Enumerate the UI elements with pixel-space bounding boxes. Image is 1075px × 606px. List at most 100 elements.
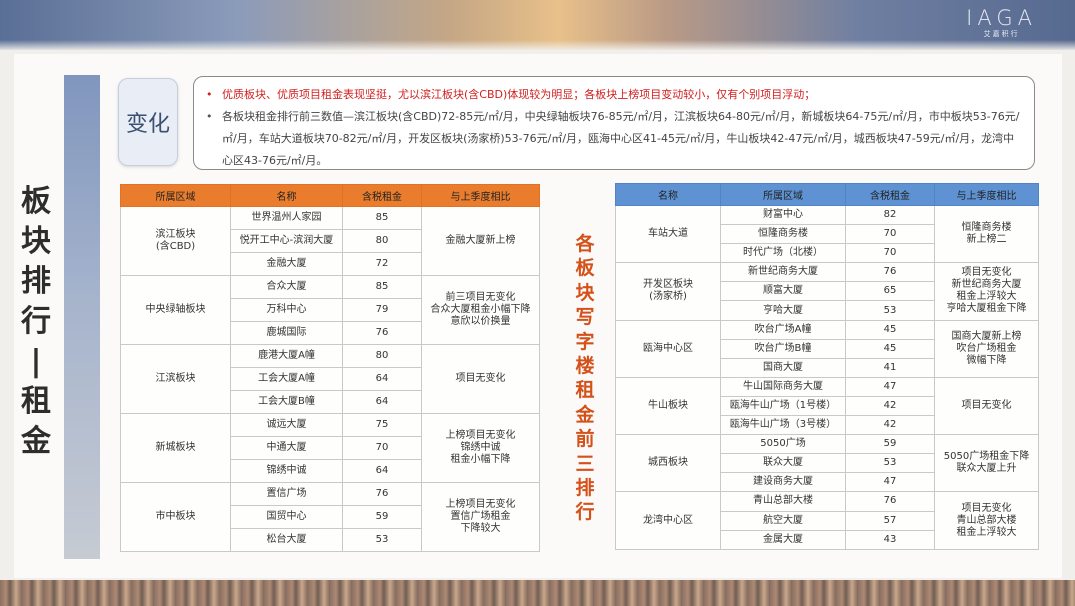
name-cell: 金融大厦	[230, 252, 343, 276]
name-cell: 牛山国际商务大厦	[720, 376, 846, 397]
region-cell: 滨江板块 (含CBD)	[120, 206, 231, 276]
name-cell: 国贸中心	[230, 505, 343, 529]
name-cell: 中通大厦	[230, 436, 343, 460]
name-cell: 5050广场	[720, 434, 846, 455]
column-header: 含税租金	[845, 183, 935, 206]
rent-cell: 70	[342, 436, 422, 460]
rent-cell: 53	[342, 528, 422, 552]
left-rent-table: 所属区域 名称 含税租金 与上季度相比 滨江板块 (含CBD) 世界温州人家园 85 金融大厦…	[120, 184, 540, 552]
rent-cell: 59	[342, 505, 422, 529]
change-note-cell: 项目无变化	[421, 344, 540, 414]
region-cell: 牛山板块	[615, 376, 721, 436]
rent-cell: 45	[845, 338, 935, 359]
rent-cell: 80	[342, 344, 422, 368]
name-cell: 联众大厦	[720, 453, 846, 474]
region-cell: 开发区板块 (汤家桥)	[615, 262, 721, 321]
side-title-char: |	[30, 344, 42, 379]
logo-subtitle: 艾嘉积行	[983, 30, 1020, 38]
table-row: 江滨板块 鹿港大厦A幢 80 项目无变化	[120, 344, 540, 414]
change-tag: 变化	[118, 78, 178, 166]
name-cell: 顺富大厦	[720, 281, 846, 302]
change-note-cell: 项目无变化 青山总部大楼 租金上浮较大	[934, 491, 1039, 550]
mid-title: 各板块写字楼租金前三排行	[571, 232, 599, 525]
region-cell: 新城板块	[120, 413, 231, 483]
name-cell: 航空大厦	[720, 510, 846, 531]
mid-title-char: 字	[575, 330, 595, 353]
name-cell: 置信广场	[230, 482, 343, 506]
region-cell: 龙湾中心区	[615, 491, 721, 550]
name-cell: 吹台广场A幢	[720, 319, 846, 340]
change-highlight-text: 优质板块、优质项目租金表现坚挺，尤以滨江板块(含CBD)体现较为明显；各板块上榜…	[204, 84, 1024, 106]
table-row: 开发区板块 (汤家桥) 新世纪商务大厦 76 项目无变化 新世纪商务大厦 租金上浮较大 亨哈大…	[615, 262, 1039, 321]
rent-cell: 70	[845, 243, 935, 264]
rent-cell: 72	[342, 252, 422, 276]
table-row: 龙湾中心区 青山总部大楼 76 项目无变化 青山总部大楼 租金上浮较大	[615, 491, 1039, 550]
rent-cell: 47	[845, 472, 935, 493]
table-row: 滨江板块 (含CBD) 世界温州人家园 85 金融大厦新上榜	[120, 206, 540, 276]
name-cell: 万科中心	[230, 298, 343, 322]
rent-cell: 65	[845, 281, 935, 302]
mid-title-char: 楼	[575, 355, 595, 378]
rent-cell: 75	[342, 413, 422, 437]
company-logo: IAGA 艾嘉积行	[966, 6, 1037, 39]
name-cell: 松台大厦	[230, 528, 343, 552]
change-note-cell: 金融大厦新上榜	[421, 206, 540, 276]
name-cell: 时代广场（北楼）	[720, 243, 846, 264]
right-rent-table: 名称 所属区域 含税租金 与上季度相比 车站大道 财富中心 82 恒隆商务楼 新上榜二 恒隆商务…	[615, 183, 1039, 550]
rent-cell: 76	[342, 321, 422, 345]
mid-title-char: 各	[575, 233, 595, 255]
column-header: 与上季度相比	[421, 184, 540, 207]
change-note-cell: 上榜项目无变化 置信广场租金 下降较大	[421, 482, 540, 552]
rent-cell: 45	[845, 319, 935, 340]
region-cell: 瓯海中心区	[615, 319, 721, 378]
column-header: 名称	[615, 183, 721, 206]
mid-title-char: 行	[575, 501, 595, 524]
column-header: 含税租金	[342, 184, 422, 207]
name-cell: 恒隆商务楼	[720, 224, 846, 245]
mid-title-char: 租	[575, 379, 595, 402]
change-note-cell: 项目无变化 新世纪商务大厦 租金上浮较大 亨哈大厦租金下降	[934, 262, 1039, 321]
rent-cell: 76	[342, 482, 422, 506]
name-cell: 国商大厦	[720, 357, 846, 378]
mid-title-char: 金	[575, 403, 595, 426]
name-cell: 鹿港大厦A幢	[230, 344, 343, 368]
column-header: 所属区域	[720, 183, 846, 206]
side-title-char: 行	[21, 304, 51, 339]
name-cell: 青山总部大楼	[720, 491, 846, 512]
rent-cell: 82	[845, 204, 935, 226]
name-cell: 悦开工中心-滨润大厦	[230, 229, 343, 253]
rent-cell: 59	[845, 434, 935, 455]
change-note-cell: 恒隆商务楼 新上榜二	[934, 204, 1039, 264]
name-cell: 吹台广场B幢	[720, 338, 846, 359]
mid-title-char: 板	[575, 257, 595, 280]
rent-cell: 43	[845, 529, 935, 550]
table-row: 车站大道 财富中心 82 恒隆商务楼 新上榜二	[615, 204, 1039, 264]
footer-banner	[0, 580, 1075, 606]
region-cell: 江滨板块	[120, 344, 231, 414]
change-note-cell: 前三项目无变化 合众大厦租金小幅下降 意欣以价换量	[421, 275, 540, 345]
side-title-char: 金	[21, 424, 51, 459]
name-cell: 瓯海牛山广场（1号楼）	[720, 395, 846, 417]
mid-title-char: 前	[575, 428, 595, 451]
column-header: 与上季度相比	[934, 183, 1039, 206]
rent-cell: 47	[845, 376, 935, 397]
rent-cell: 53	[845, 300, 935, 321]
rent-cell: 85	[342, 206, 422, 230]
name-cell: 锦绣中诚	[230, 459, 343, 483]
change-note-cell: 项目无变化	[934, 376, 1039, 436]
name-cell: 亨哈大厦	[720, 300, 846, 321]
mid-title-char: 写	[575, 306, 595, 329]
rent-cell: 76	[845, 491, 935, 512]
name-cell: 财富中心	[720, 204, 846, 226]
name-cell: 合众大厦	[230, 275, 343, 299]
mid-title-char: 块	[575, 281, 595, 304]
mid-title-char: 排	[575, 477, 595, 500]
table-row: 新城板块 诚远大厦 75 上榜项目无变化 锦绣中诚 租金小幅下降	[120, 413, 540, 483]
name-cell: 鹿城国际	[230, 321, 343, 345]
side-title-char: 排	[21, 264, 51, 299]
table-row: 中央绿轴板块 合众大厦 85 前三项目无变化 合众大厦租金小幅下降 意欣以价换量	[120, 275, 540, 345]
rent-cell: 64	[342, 459, 422, 483]
side-accent-bar	[64, 75, 100, 559]
table-row: 瓯海中心区 吹台广场A幢 45 国商大厦新上榜 吹台广场租金 微幅下降	[615, 319, 1039, 378]
rent-cell: 53	[845, 453, 935, 474]
